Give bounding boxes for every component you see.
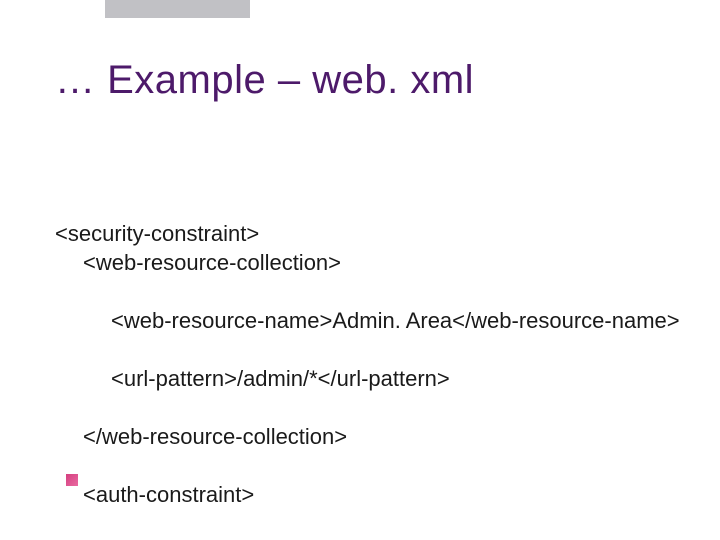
code-line: <web-resource-name>Admin. Area</web-reso…	[55, 306, 680, 335]
code-line: <auth-constraint>	[55, 480, 680, 509]
top-decoration-bar	[105, 0, 250, 18]
slide-title: … Example – web. xml	[55, 58, 474, 103]
accent-square-icon	[66, 474, 78, 486]
code-line: <security-constraint>	[55, 221, 259, 246]
code-line: <url-pattern>/admin/*</url-pattern>	[55, 364, 680, 393]
code-line: </web-resource-collection>	[55, 422, 680, 451]
code-block: <security-constraint> <web-resource-coll…	[55, 190, 680, 540]
code-line: <web-resource-collection>	[55, 248, 680, 277]
slide: … Example – web. xml <security-constrain…	[0, 0, 720, 540]
